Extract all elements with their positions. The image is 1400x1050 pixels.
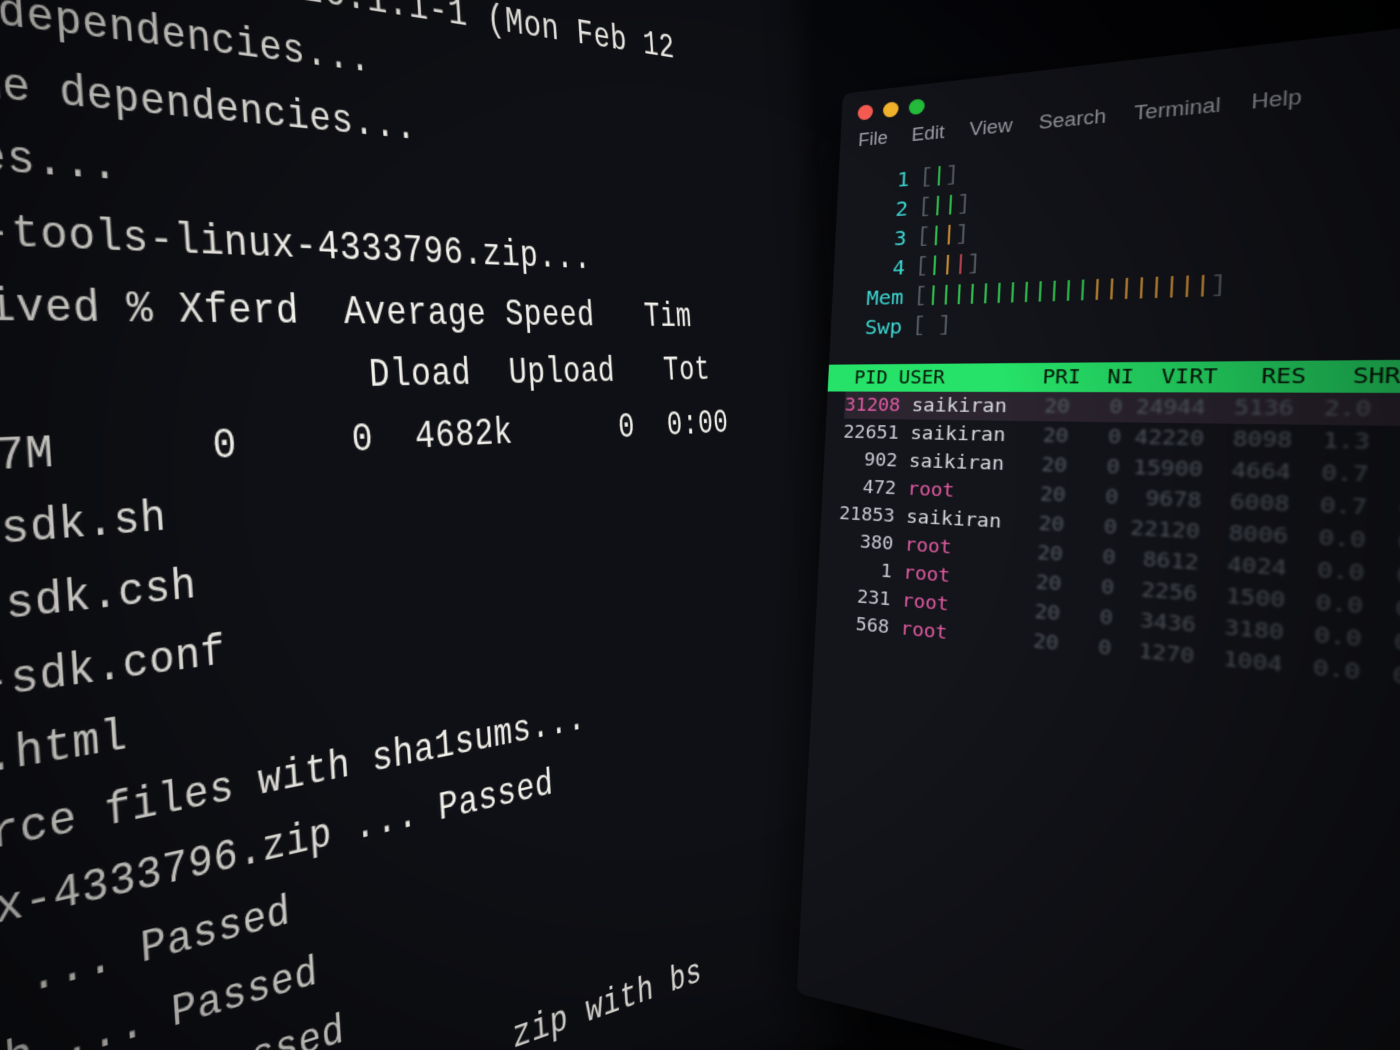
close-icon[interactable]: [857, 104, 873, 121]
terminal-output: nd installing package package: android-s…: [0, 0, 849, 1050]
terminal-window-left: Help nd installing package package: andr…: [0, 0, 875, 1050]
menu-view[interactable]: View: [969, 115, 1013, 140]
terminal-window-right: File Edit View Search Terminal Help Task…: [797, 0, 1400, 1050]
menu-edit[interactable]: Edit: [911, 122, 945, 146]
menu-help[interactable]: Help: [1251, 85, 1303, 113]
minimize-icon[interactable]: [883, 101, 899, 118]
maximize-icon[interactable]: [909, 98, 926, 115]
process-table-header[interactable]: PID USER PRI NI VIRT RES SHR CPU%: [828, 354, 1400, 394]
menu-file[interactable]: File: [858, 127, 888, 150]
process-table[interactable]: 31208 saikiran 20 0 24944 5136 2.0 0.0 2…: [815, 392, 1400, 759]
